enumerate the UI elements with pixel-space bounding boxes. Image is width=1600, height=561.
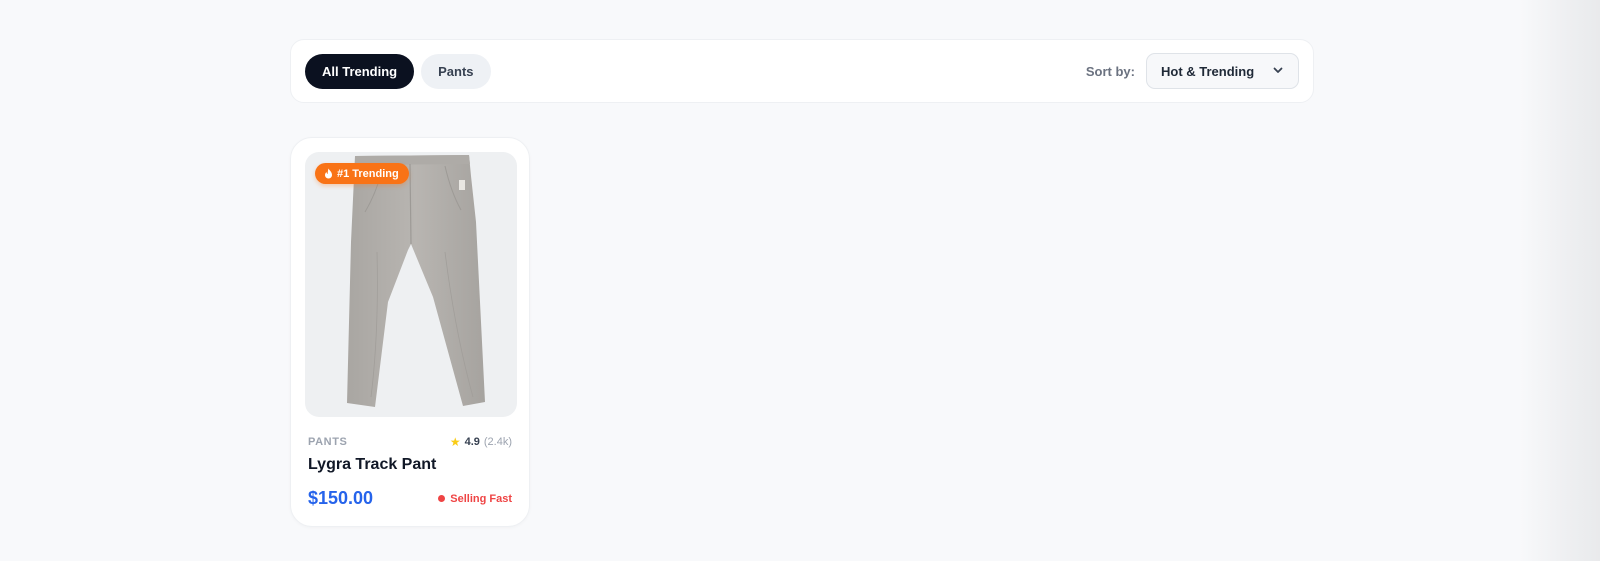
chip-all-trending[interactable]: All Trending [305, 53, 415, 89]
selling-status: Selling Fast [438, 493, 512, 505]
product-image[interactable]: #1 Trending [305, 152, 517, 417]
chip-pants[interactable]: Pants [421, 53, 491, 89]
product-price: $150.00 [308, 488, 374, 508]
product-rating: ★ 4.9 (2.4k) [450, 435, 512, 449]
product-price-row: $150.00 Selling Fast [308, 488, 512, 509]
selling-status-label: Selling Fast [450, 492, 512, 505]
product-title[interactable]: Lygra Track Pant [308, 456, 436, 474]
trending-badge-label: #1 Trending [337, 167, 399, 180]
status-dot-icon [438, 495, 446, 502]
page-edge-shadow [1520, 0, 1600, 561]
flame-icon [325, 168, 332, 179]
product-meta: PANTS ★ 4.9 (2.4k) [308, 435, 512, 449]
star-icon: ★ [449, 435, 461, 449]
rating-count: (2.4k) [483, 436, 512, 448]
sort-value: Hot & Trending [1161, 63, 1255, 79]
rating-value: 4.9 [464, 436, 480, 448]
product-card[interactable]: #1 Trending PANTS ★ 4.9 (2.4k) Lygra Tra… [290, 137, 530, 527]
sort-select[interactable]: Hot & Trending [1146, 53, 1299, 89]
trending-badge: #1 Trending [315, 163, 409, 184]
sort-label: Sort by: [1085, 63, 1135, 79]
trousers-image [347, 155, 485, 407]
chevron-down-icon [1272, 64, 1284, 79]
filter-bar: All Trending Pants Sort by: Hot & Trendi… [290, 39, 1314, 103]
product-category: PANTS [308, 436, 348, 448]
